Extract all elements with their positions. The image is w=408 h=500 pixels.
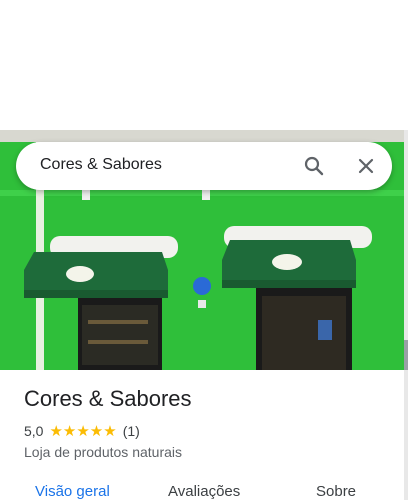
tab-bar: Visão geral Avaliações Sobre [0, 474, 404, 500]
star-rating-icon: ★★★★★ [49, 423, 117, 440]
close-icon[interactable] [354, 154, 378, 178]
place-category[interactable]: Loja de produtos naturais [24, 444, 182, 460]
place-title: Cores & Sabores [24, 386, 192, 411]
search-icon[interactable] [302, 154, 326, 178]
scrollbar-track[interactable] [404, 130, 408, 500]
search-bar[interactable]: Cores & Sabores [16, 142, 392, 190]
tab-overview[interactable]: Visão geral [35, 483, 110, 500]
rating-value: 5,0 [24, 423, 44, 439]
search-input[interactable]: Cores & Sabores [40, 156, 162, 174]
tab-about[interactable]: Sobre [316, 483, 356, 500]
scrollbar-thumb[interactable] [404, 340, 408, 370]
rating-row: 5,0 ★★★★★ (1) [24, 422, 140, 440]
tab-reviews[interactable]: Avaliações [168, 483, 240, 500]
review-count-link[interactable]: (1) [123, 423, 140, 439]
